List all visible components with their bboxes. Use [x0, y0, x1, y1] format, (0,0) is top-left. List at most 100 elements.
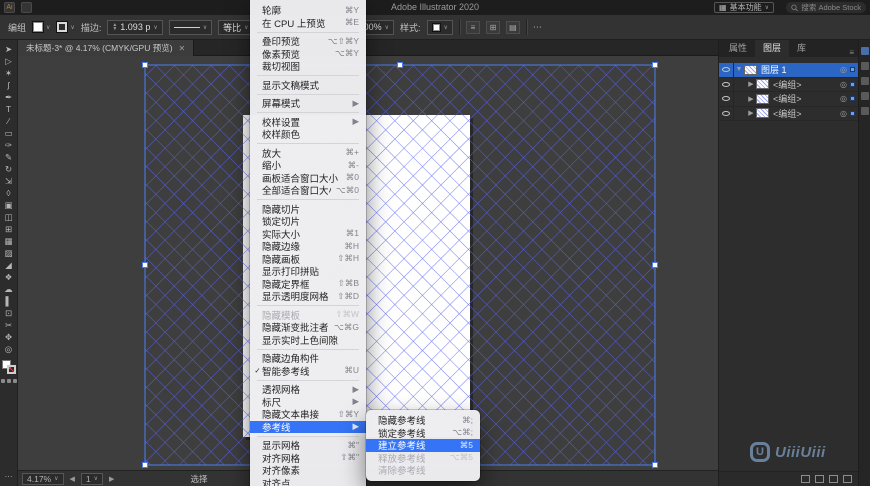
- stroke-swatch[interactable]: [56, 21, 69, 33]
- layer-row[interactable]: ▶ <编组> ◎: [719, 106, 858, 121]
- chevron-right-icon[interactable]: ▶: [746, 95, 756, 103]
- guides-submenu-item-2[interactable]: 建立参考线 ⌘5: [366, 439, 480, 452]
- next-artboard-icon[interactable]: ▶: [109, 475, 114, 483]
- width-tool[interactable]: ◊: [1, 187, 17, 199]
- chevron-down-icon[interactable]: ▼: [734, 66, 744, 73]
- fill-stroke-indicator[interactable]: [1, 360, 16, 374]
- lasso-tool[interactable]: ʃ: [1, 79, 17, 91]
- transform-icon[interactable]: ⊞: [485, 20, 500, 34]
- slice-tool[interactable]: ✂: [1, 319, 17, 331]
- view-menu-item-15[interactable]: 缩小 ⌘-: [250, 159, 366, 173]
- view-menu-item-9[interactable]: 屏幕模式 ▶: [250, 97, 366, 111]
- target-circle-icon[interactable]: ◎: [840, 94, 847, 103]
- brushes-panel-icon[interactable]: [860, 77, 869, 85]
- view-menu-item-32[interactable]: 隐藏边角构件: [250, 352, 366, 365]
- view-menu-item-21[interactable]: 实际大小 ⌘1: [250, 228, 366, 241]
- eye-icon[interactable]: [722, 67, 730, 73]
- libraries-panel-icon[interactable]: [860, 107, 869, 115]
- view-menu-item-42[interactable]: 对齐像素: [250, 464, 366, 477]
- view-menu-item-41[interactable]: 对齐网格 ⇧⌘": [250, 452, 366, 465]
- view-menu-item-29[interactable]: 隐藏渐变批注者 ⌥⌘G: [250, 321, 366, 335]
- stock-search-input[interactable]: 搜索 Adobe Stock: [786, 2, 866, 13]
- view-menu-item-36[interactable]: 标尺 ▶: [250, 396, 366, 409]
- zoom-level-dropdown[interactable]: 4.17% ∨: [22, 472, 64, 485]
- isolate-icon[interactable]: ▤: [505, 20, 520, 34]
- view-menu-item-43[interactable]: 对齐点: [250, 477, 366, 486]
- layer-row[interactable]: ▼ 图层 1 ◎: [719, 63, 858, 78]
- symbol-sprayer-tool[interactable]: ☁: [1, 283, 17, 295]
- scale-tool[interactable]: ⇲: [1, 175, 17, 187]
- new-layer-icon[interactable]: [829, 475, 838, 483]
- stroke-color-picker[interactable]: ∨: [56, 21, 75, 33]
- view-menu-item-11[interactable]: 校样设置 ▶: [250, 116, 366, 129]
- graphic-style-dropdown[interactable]: ∨: [426, 19, 453, 35]
- selection-tool[interactable]: ➤: [1, 43, 17, 55]
- magic-wand-tool[interactable]: ✶: [1, 67, 17, 79]
- layer-row[interactable]: ▶ <编组> ◎: [719, 77, 858, 92]
- workspace-switcher-button[interactable]: ▦ 基本功能 ∨: [714, 2, 774, 13]
- stroke-weight-field[interactable]: ▲ ▼ 1.093 p ∨: [107, 19, 163, 35]
- rectangle-tool[interactable]: ▭: [1, 127, 17, 139]
- chevron-right-icon[interactable]: ▶: [746, 109, 756, 117]
- document-tab[interactable]: 未标题-3* @ 4.17% (CMYK/GPU 预览) ✕: [18, 40, 195, 56]
- eyedropper-tool[interactable]: ◢: [1, 259, 17, 271]
- zoom-tool[interactable]: ◎: [1, 343, 17, 355]
- blend-tool[interactable]: ❖: [1, 271, 17, 283]
- direct-selection-tool[interactable]: ▷: [1, 55, 17, 67]
- eye-icon[interactable]: [722, 81, 730, 87]
- delete-layer-icon[interactable]: [843, 475, 852, 483]
- tab-属性[interactable]: 属性: [721, 39, 755, 57]
- tab-图层[interactable]: 图层: [755, 39, 790, 57]
- artboard-tool[interactable]: ⊡: [1, 307, 17, 319]
- view-menu-item-3[interactable]: 叠印预览 ⌥⇧⌘Y: [250, 35, 366, 49]
- view-menu-item-12[interactable]: 校样颜色: [250, 128, 366, 141]
- view-menu-item-16[interactable]: 画板适合窗口大小 ⌘0: [250, 172, 366, 185]
- draw-mode-icon[interactable]: [0, 379, 5, 383]
- panel-menu-icon[interactable]: ≡: [849, 48, 854, 57]
- draw-mode-icon[interactable]: [12, 379, 17, 383]
- draw-mode-icon[interactable]: [6, 379, 11, 383]
- layer-row[interactable]: ▶ <编组> ◎: [719, 92, 858, 107]
- stroke-style-dropdown[interactable]: ∨: [168, 19, 213, 35]
- view-menu-item-14[interactable]: 放大 ⌘+: [250, 147, 366, 160]
- target-circle-icon[interactable]: ◎: [840, 65, 847, 74]
- view-menu-item-20[interactable]: 锁定切片: [250, 215, 366, 228]
- fill-color-picker[interactable]: ∨: [32, 21, 50, 33]
- target-circle-icon[interactable]: ◎: [840, 109, 847, 118]
- swatches-panel-icon[interactable]: [860, 62, 869, 70]
- view-menu-item-30[interactable]: 显示实时上色间隙: [250, 334, 366, 347]
- more-options-icon[interactable]: ⋯: [533, 22, 543, 33]
- paintbrush-tool[interactable]: ✑: [1, 139, 17, 151]
- line-segment-tool[interactable]: ∕: [1, 115, 17, 127]
- mesh-tool[interactable]: ▦: [1, 235, 17, 247]
- stroke-proxy-swatch[interactable]: [6, 365, 16, 374]
- view-menu-item-37[interactable]: 隐藏文本串接 ⇧⌘Y: [250, 408, 366, 422]
- view-menu-item-7[interactable]: 显示文稿模式: [250, 79, 366, 92]
- close-icon[interactable]: ✕: [179, 44, 186, 53]
- rotate-tool[interactable]: ↻: [1, 163, 17, 175]
- view-menu-item-40[interactable]: 显示网格 ⌘": [250, 439, 366, 453]
- view-menu-item-19[interactable]: 隐藏切片: [250, 203, 366, 216]
- fill-swatch[interactable]: [32, 21, 45, 33]
- visibility-cell[interactable]: [719, 77, 734, 91]
- view-menu-item-22[interactable]: 隐藏边缘 ⌘H: [250, 240, 366, 254]
- chevron-right-icon[interactable]: ▶: [746, 80, 756, 88]
- symbols-panel-icon[interactable]: [860, 92, 869, 100]
- tab-库[interactable]: 库: [789, 39, 814, 57]
- visibility-cell[interactable]: [719, 63, 734, 77]
- width-profile-dropdown[interactable]: 等比 ∨: [218, 19, 254, 35]
- pen-tool[interactable]: ✒: [1, 91, 17, 103]
- toolbar-more-icon[interactable]: ⋯: [5, 472, 13, 481]
- view-menu-item-26[interactable]: 显示透明度网格 ⇧⌘D: [250, 290, 366, 304]
- visibility-cell[interactable]: [719, 92, 734, 106]
- make-clipping-mask-icon[interactable]: [801, 475, 810, 483]
- pencil-tool[interactable]: ✎: [1, 151, 17, 163]
- new-sublayer-icon[interactable]: [815, 475, 824, 483]
- guides-submenu-item-0[interactable]: 隐藏参考线 ⌘;: [366, 414, 480, 428]
- perspective-grid-tool[interactable]: ⊞: [1, 223, 17, 235]
- column-graph-tool[interactable]: ▌: [1, 295, 17, 307]
- view-menu-item-38[interactable]: 参考线 ▶: [250, 420, 366, 434]
- view-menu-item-25[interactable]: 隐藏定界框 ⇧⌘B: [250, 278, 366, 291]
- view-menu-item-23[interactable]: 隐藏画板 ⇧⌘H: [250, 253, 366, 266]
- artboard-navigation-dropdown[interactable]: 1 ∨: [80, 472, 104, 485]
